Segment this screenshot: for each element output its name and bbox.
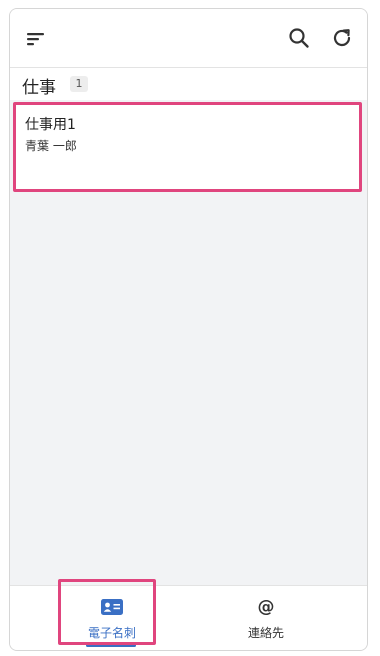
bottom-navigation: 電子名刺 @ 連絡先 bbox=[10, 585, 367, 650]
nav-tab-label: 電子名刺 bbox=[87, 626, 136, 640]
search-button[interactable] bbox=[285, 24, 313, 52]
nav-tab-contacts[interactable]: @ 連絡先 bbox=[206, 586, 326, 650]
business-card-item[interactable]: 仕事用1 青葉 一郎 bbox=[13, 102, 362, 192]
nav-tab-digital-card[interactable]: 電子名刺 bbox=[52, 586, 172, 650]
at-sign-icon: @ bbox=[257, 597, 275, 617]
card-title: 仕事用1 bbox=[25, 117, 76, 133]
menu-button[interactable] bbox=[22, 25, 50, 53]
card-owner-name: 青葉 一郎 bbox=[25, 139, 77, 153]
menu-icon bbox=[27, 33, 44, 46]
app-screen: 仕事 1 仕事用1 青葉 一郎 電子名刺 @ 連絡先 bbox=[9, 8, 368, 651]
top-app-bar bbox=[10, 9, 367, 68]
group-count-badge: 1 bbox=[70, 76, 88, 92]
group-header: 仕事 1 bbox=[10, 68, 367, 100]
group-title: 仕事 bbox=[22, 78, 56, 98]
business-card-icon bbox=[101, 598, 123, 616]
active-tab-indicator bbox=[86, 644, 136, 647]
search-icon bbox=[289, 28, 309, 48]
nav-tab-label: 連絡先 bbox=[247, 626, 284, 640]
refresh-button[interactable] bbox=[328, 24, 356, 52]
refresh-icon bbox=[333, 29, 351, 47]
